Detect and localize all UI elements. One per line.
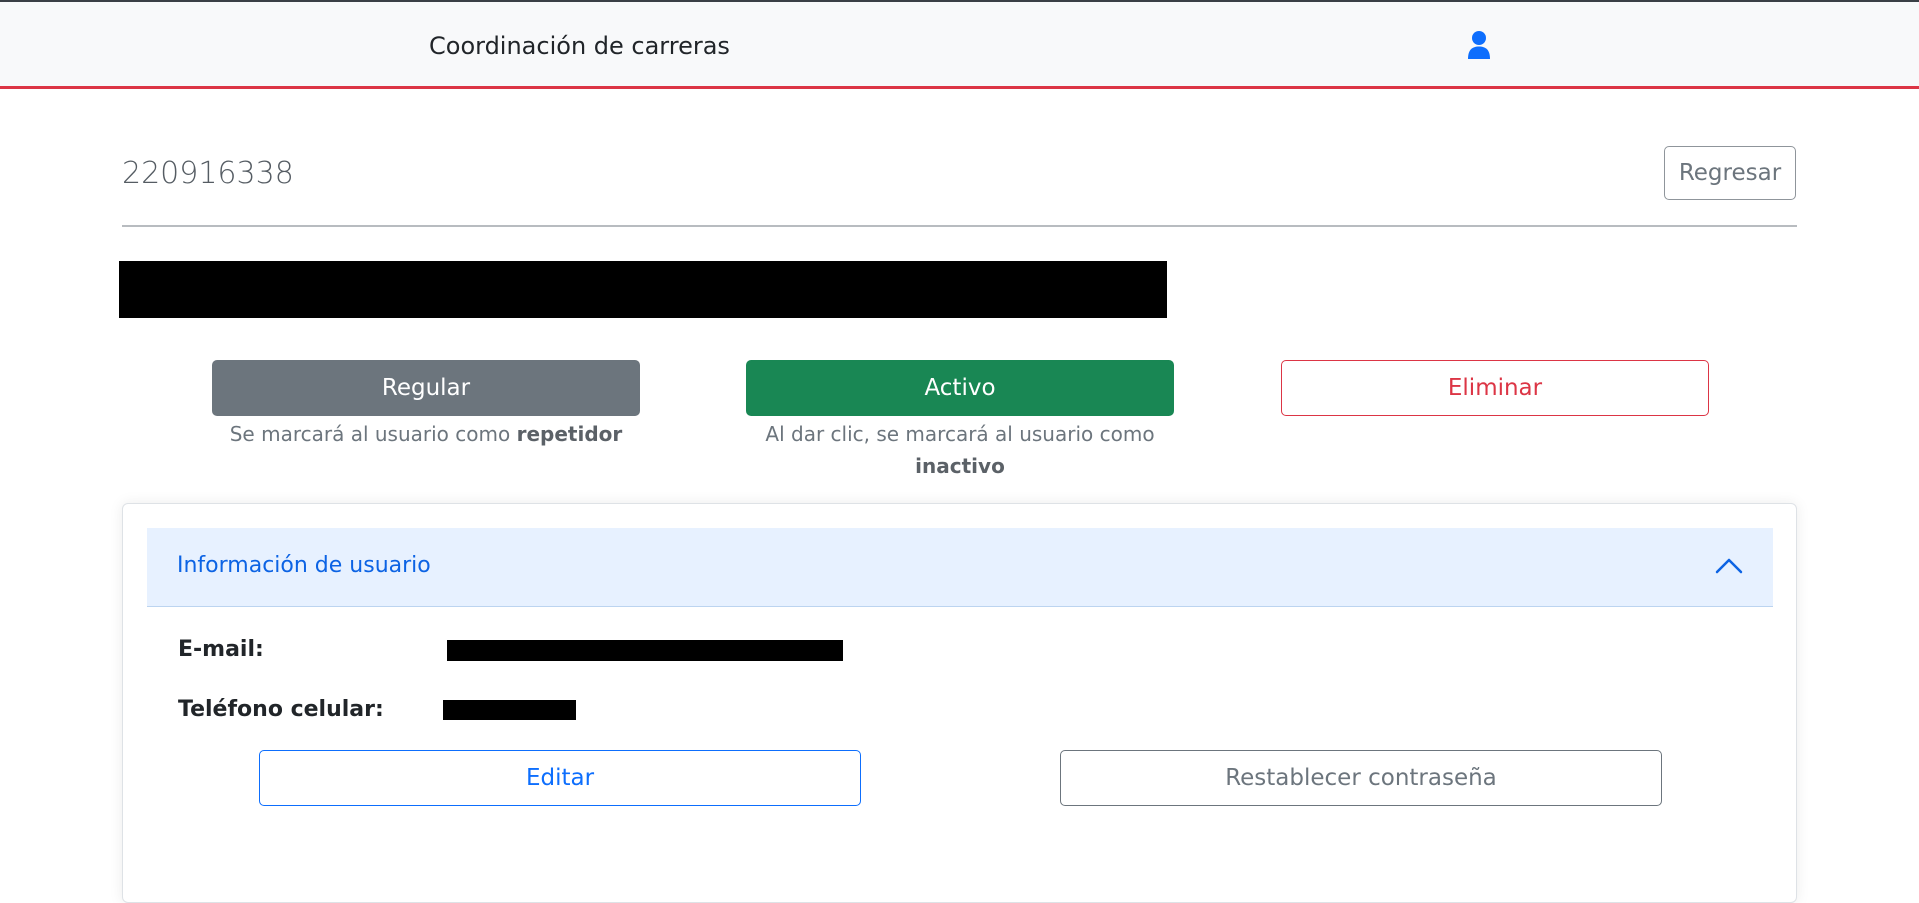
navbar: Coordinación de carreras	[0, 2, 1919, 89]
user-info-title: Información de usuario	[177, 553, 431, 578]
page-title: 220916338	[122, 156, 294, 191]
regular-button[interactable]: Regular	[212, 360, 640, 416]
email-label: E-mail:	[178, 637, 264, 662]
regular-hint-text: Se marcará al usuario como	[229, 422, 517, 446]
regular-hint: Se marcará al usuario como repetidor	[212, 418, 640, 450]
phone-label: Teléfono celular:	[178, 697, 384, 722]
divider	[122, 225, 1797, 227]
navbar-brand[interactable]: Coordinación de carreras	[429, 32, 730, 60]
redacted-phone	[443, 700, 576, 720]
user-icon[interactable]	[1467, 30, 1491, 60]
back-button[interactable]: Regresar	[1664, 146, 1796, 200]
user-info-accordion-header[interactable]: Información de usuario	[147, 528, 1773, 607]
active-hint-text: Al dar clic, se marcará al usuario como	[765, 422, 1155, 446]
reset-password-button[interactable]: Restablecer contraseña	[1060, 750, 1662, 806]
active-hint-bold: inactivo	[915, 454, 1005, 478]
redacted-email	[447, 640, 843, 661]
edit-button[interactable]: Editar	[259, 750, 861, 806]
active-hint: Al dar clic, se marcará al usuario como …	[746, 418, 1174, 482]
delete-button[interactable]: Eliminar	[1281, 360, 1709, 416]
active-button[interactable]: Activo	[746, 360, 1174, 416]
regular-hint-bold: repetidor	[516, 422, 623, 446]
redacted-user-name	[119, 261, 1167, 318]
chevron-up-icon	[1715, 558, 1743, 574]
